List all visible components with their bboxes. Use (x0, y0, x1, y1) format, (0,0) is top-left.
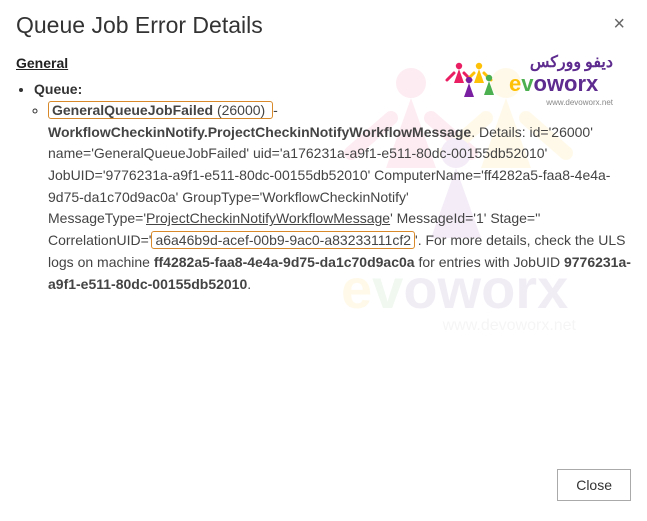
logo-sub: www.devoworx.net (545, 98, 613, 107)
message-type-underlined: ProjectCheckinNotifyWorkflowMessage (146, 210, 390, 226)
close-button[interactable]: Close (557, 469, 631, 501)
dialog-header: Queue Job Error Details × (16, 12, 631, 39)
close-icon[interactable]: × (607, 12, 631, 36)
content-area: ديفو ووركس evoworx www.devoworx.net (16, 81, 631, 295)
dialog-title: Queue Job Error Details (16, 12, 263, 39)
computer-name-bold: ff4282a5-faa8-4e4a-9d75-da1c70d9ac0a (154, 254, 415, 270)
svg-text:evoworx: evoworx (509, 71, 599, 96)
highlight-correlation-uid: a6a46b9d-acef-00b9-9ac0-a83233111cf2 (151, 231, 415, 249)
brand-logo: ديفو ووركس evoworx www.devoworx.net (441, 47, 621, 117)
svg-text:www.devoworx.net: www.devoworx.net (442, 317, 577, 334)
logo-arabic: ديفو ووركس (530, 54, 613, 72)
error-detail-text: GeneralQueueJobFailed (26000) - Workflow… (48, 100, 631, 295)
highlight-error-name: GeneralQueueJobFailed (26000) (48, 101, 273, 119)
workflow-message-type: WorkflowCheckinNotify.ProjectCheckinNoti… (48, 124, 471, 140)
dialog-footer: Close (557, 469, 631, 501)
